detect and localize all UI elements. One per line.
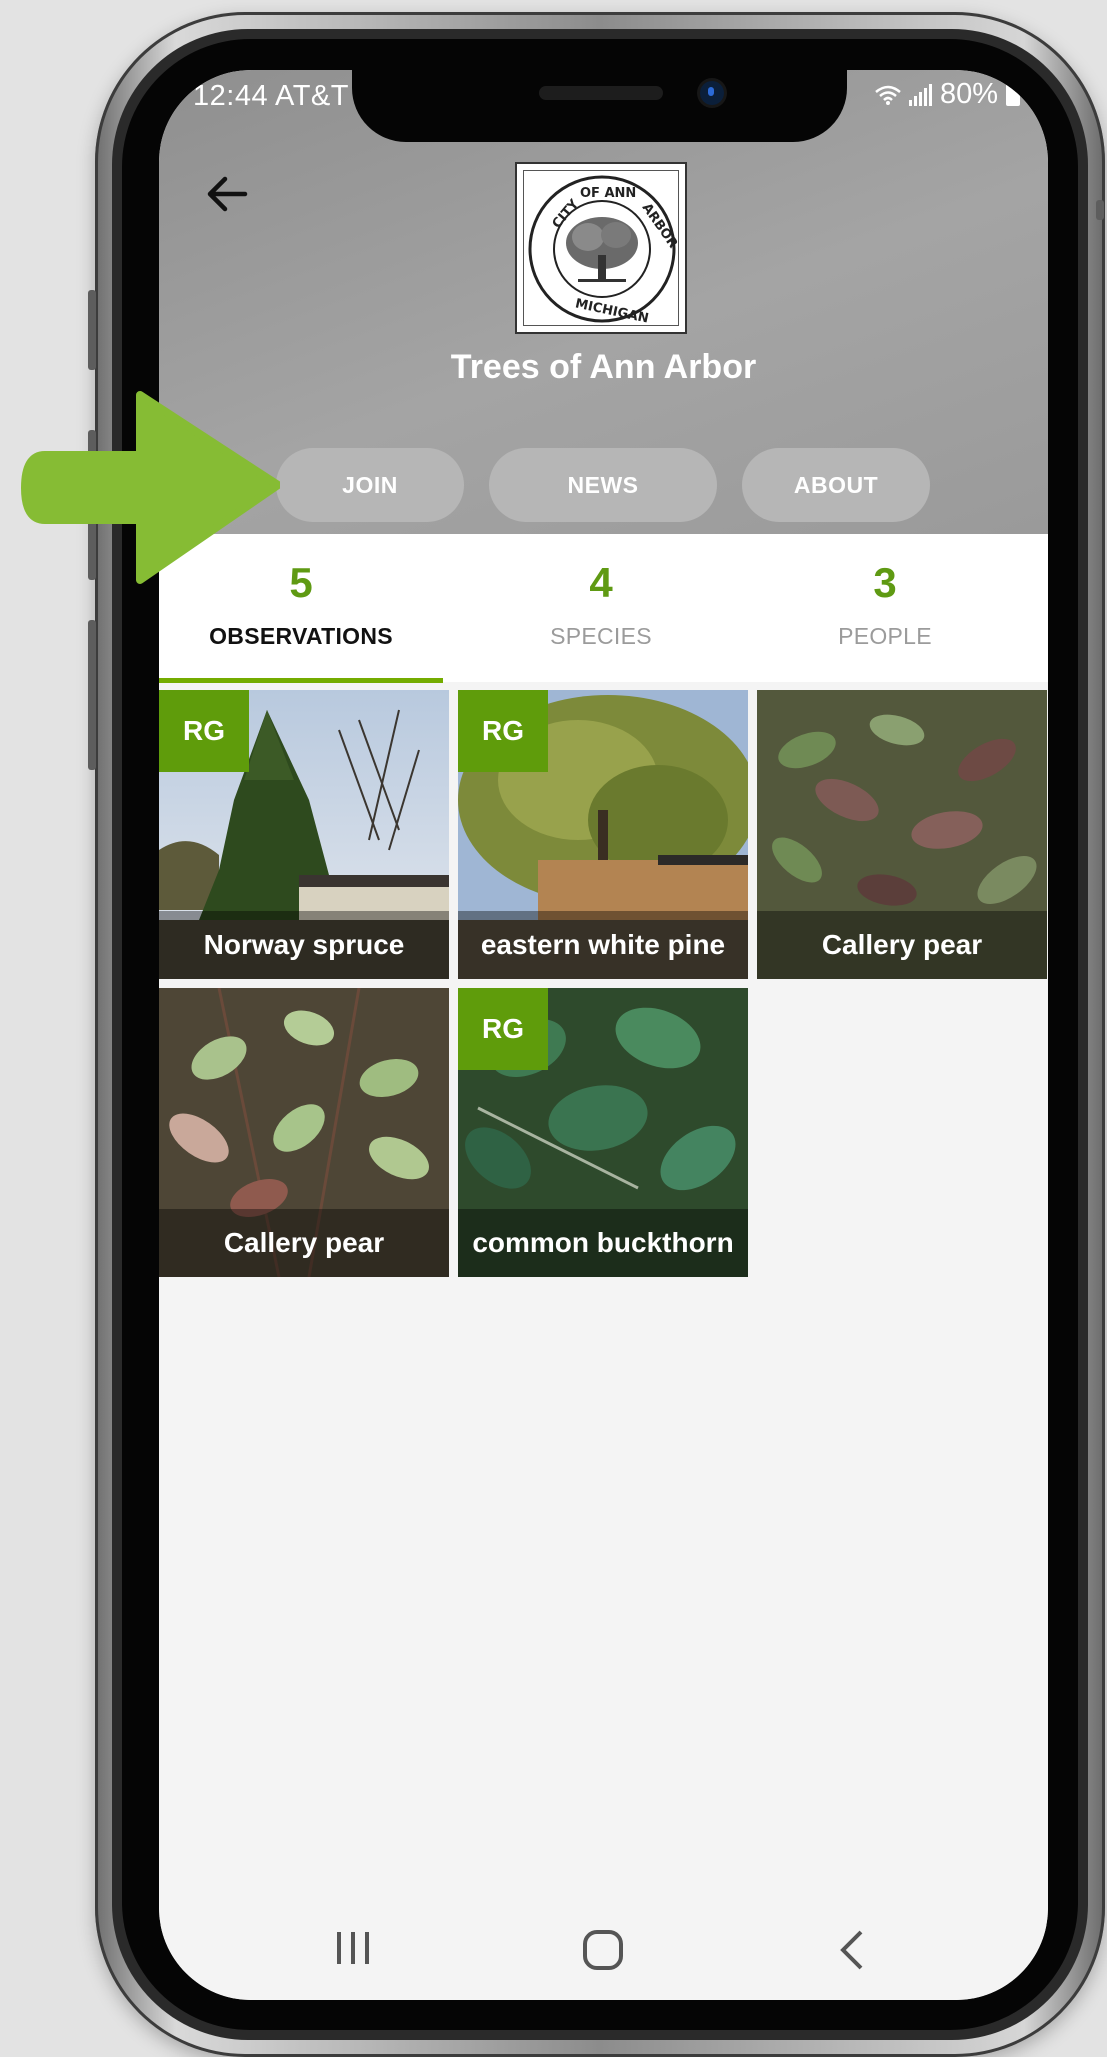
observation-name: common buckthorn bbox=[458, 1209, 748, 1277]
observation-name: Norway spruce bbox=[159, 911, 449, 979]
city-seal-icon: CITY OF ANN ARBOR MICHIGAN bbox=[528, 175, 680, 327]
recent-apps-icon[interactable] bbox=[333, 1928, 373, 1968]
tab-people[interactable]: 3 PEOPLE bbox=[743, 534, 1027, 682]
species-count: 4 bbox=[589, 559, 613, 606]
camera-icon bbox=[700, 81, 724, 105]
notch bbox=[352, 70, 847, 142]
side-mark bbox=[1096, 200, 1104, 220]
svg-text:OF ANN: OF ANN bbox=[580, 186, 636, 201]
observation-name: eastern white pine bbox=[458, 911, 748, 979]
species-label: SPECIES bbox=[550, 623, 652, 649]
observation-tile[interactable]: Callery pear bbox=[159, 988, 449, 1277]
people-count: 3 bbox=[873, 559, 897, 606]
system-nav-bar bbox=[159, 1904, 1048, 2000]
active-tab-indicator bbox=[159, 678, 443, 683]
battery-icon bbox=[1006, 80, 1020, 106]
project-logo: CITY OF ANN ARBOR MICHIGAN bbox=[515, 162, 687, 334]
research-grade-badge: RG bbox=[458, 690, 548, 772]
observation-tile[interactable]: Callery pear bbox=[757, 690, 1047, 979]
right-arrow-icon bbox=[21, 391, 280, 584]
status-icons: 80% bbox=[875, 78, 1020, 111]
observation-tile[interactable]: RG common buckthorn bbox=[458, 988, 748, 1277]
signal-icon bbox=[908, 83, 932, 106]
observation-name: Callery pear bbox=[757, 911, 1047, 979]
app-screen: 12:44 AT&T 80% CITY OF ANN ARBOR MICHIGA… bbox=[159, 70, 1048, 2000]
join-button[interactable]: JOIN bbox=[276, 448, 464, 522]
news-button[interactable]: NEWS bbox=[489, 448, 717, 522]
observation-tile[interactable]: RG Norway spruce bbox=[159, 690, 449, 979]
battery-percent: 80% bbox=[939, 78, 998, 110]
observation-tile[interactable]: RG eastern white pine bbox=[458, 690, 748, 979]
home-icon[interactable] bbox=[581, 1928, 625, 1972]
wifi-icon bbox=[875, 85, 901, 105]
research-grade-badge: RG bbox=[458, 988, 548, 1070]
people-label: PEOPLE bbox=[838, 623, 932, 649]
stats-tabs: 5 OBSERVATIONS 4 SPECIES 3 PEOPLE bbox=[159, 534, 1048, 683]
tab-species[interactable]: 4 SPECIES bbox=[459, 534, 743, 682]
research-grade-badge: RG bbox=[159, 690, 249, 772]
project-header: 12:44 AT&T 80% CITY OF ANN ARBOR MICHIGA… bbox=[159, 70, 1048, 534]
about-button[interactable]: ABOUT bbox=[742, 448, 930, 522]
project-title: Trees of Ann Arbor bbox=[450, 348, 757, 386]
volume-down-button bbox=[88, 620, 96, 770]
observations-label: OBSERVATIONS bbox=[209, 623, 393, 649]
observation-name: Callery pear bbox=[159, 1209, 449, 1277]
back-nav-icon[interactable] bbox=[833, 1928, 873, 1972]
